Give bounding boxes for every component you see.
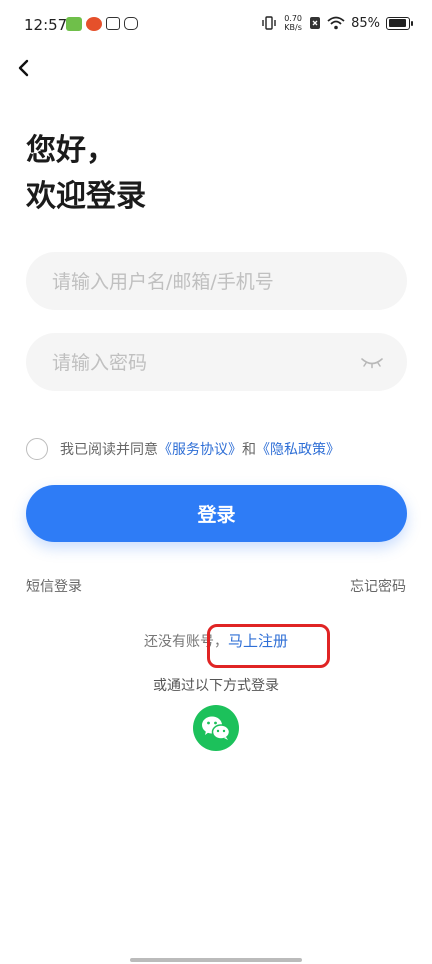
wifi-icon — [327, 16, 345, 30]
notification-icons — [66, 17, 138, 31]
wechat-login-button[interactable] — [193, 705, 239, 751]
agreement-checkbox[interactable] — [26, 438, 48, 460]
login-button[interactable]: 登录 — [26, 485, 407, 542]
status-time: 12:57 — [24, 16, 68, 34]
app-notification-icon — [106, 17, 120, 30]
password-input[interactable] — [50, 333, 354, 393]
greeting: 您好， 欢迎登录 — [26, 128, 146, 220]
other-login-label: 或通过以下方式登录 — [153, 678, 279, 694]
app-notification-icon — [124, 17, 138, 30]
agreement-and: 和 — [242, 442, 256, 458]
password-field[interactable] — [26, 333, 407, 393]
app-notification-icon — [66, 17, 82, 31]
battery-icon — [386, 16, 413, 30]
wechat-icon — [202, 716, 231, 740]
username-field[interactable] — [26, 252, 407, 312]
username-input[interactable] — [50, 252, 354, 312]
agreement-prefix: 我已阅读并同意 — [60, 442, 158, 458]
status-bar: 12:57 0.70 KB/s 85% — [0, 0, 432, 52]
forgot-password-link[interactable]: 忘记密码 — [350, 576, 406, 596]
home-indicator[interactable] — [130, 958, 302, 962]
net-speed-unit: KB/s — [284, 23, 302, 32]
greeting-line2: 欢迎登录 — [26, 179, 146, 214]
agreement-row: 我已阅读并同意 《服务协议》 和 《隐私政策》 — [26, 438, 340, 460]
greeting-line1: 您好， — [26, 133, 116, 168]
net-speed-value: 0.70 — [284, 14, 302, 23]
net-speed: 0.70 KB/s — [283, 14, 303, 32]
battery-percent: 85% — [351, 15, 380, 31]
vibrate-icon — [262, 16, 276, 30]
sms-login-link[interactable]: 短信登录 — [26, 576, 82, 596]
status-right: 0.70 KB/s 85% — [261, 14, 413, 32]
no-sim-icon — [310, 17, 321, 29]
eye-closed-icon[interactable] — [359, 351, 385, 371]
privacy-policy-link[interactable]: 《隐私政策》 — [256, 439, 340, 459]
back-arrow-icon[interactable] — [12, 56, 36, 80]
weibo-icon — [86, 17, 102, 31]
service-agreement-link[interactable]: 《服务协议》 — [158, 439, 242, 459]
highlight-annotation — [207, 624, 330, 668]
